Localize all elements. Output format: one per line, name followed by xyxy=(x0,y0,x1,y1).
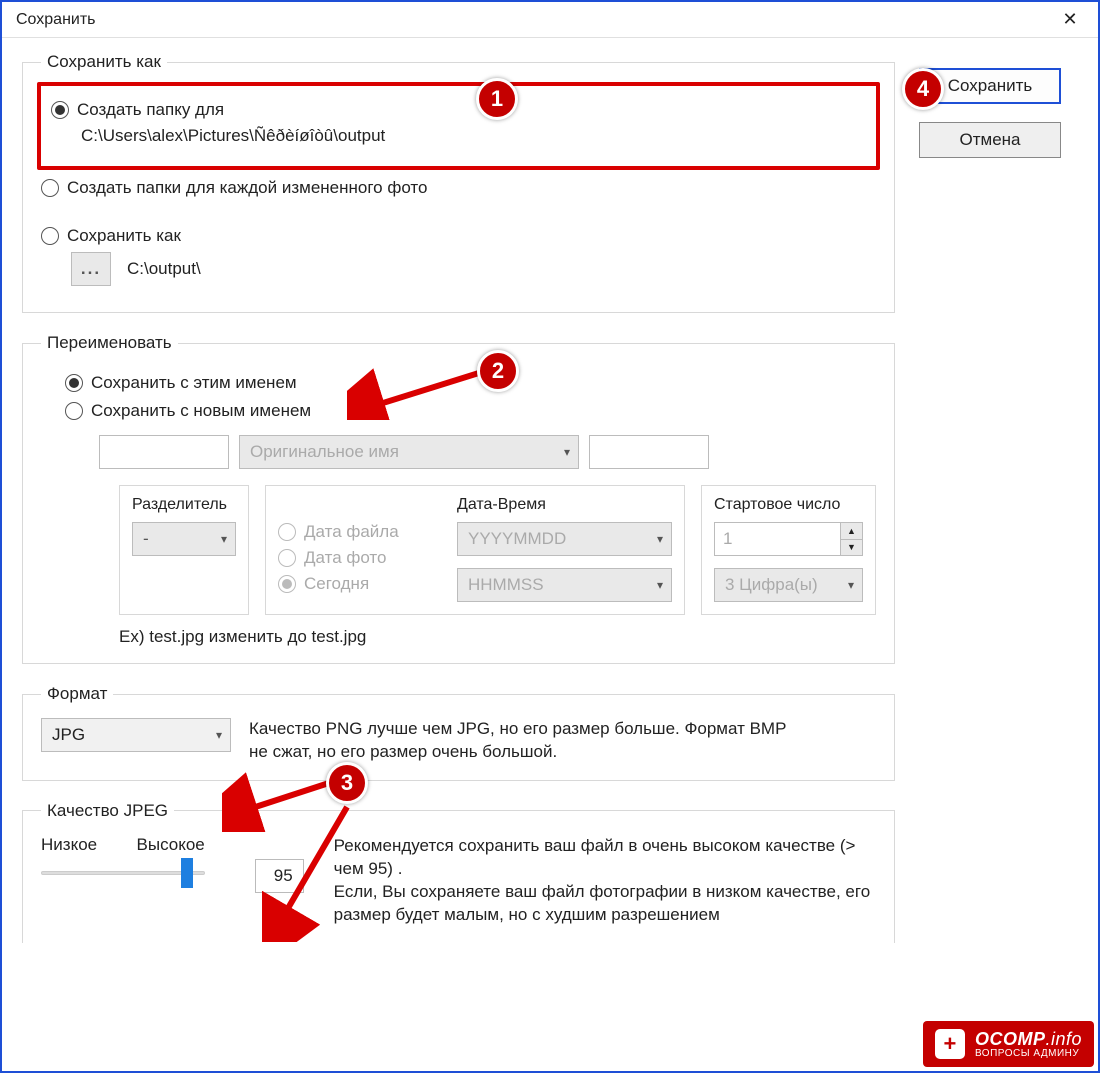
select-value: HHMMSS xyxy=(468,575,544,595)
group-start-number: Стартовое число 1 ▲ ▼ 3 Цифра(ы) ▾ xyxy=(701,485,876,615)
legend-rename: Переименовать xyxy=(41,333,178,353)
radio-label: Сегодня xyxy=(304,574,369,594)
radio-create-folder[interactable]: Создать папку для xyxy=(51,100,866,120)
chevron-down-icon: ▾ xyxy=(848,578,854,592)
watermark-brand: OCOMP xyxy=(975,1029,1046,1049)
annotation-badge-3: 3 xyxy=(326,762,368,804)
legend-jpeg-quality: Качество JPEG xyxy=(41,801,174,821)
separator-title: Разделитель xyxy=(132,496,236,514)
legend-save-as: Сохранить как xyxy=(41,52,167,72)
quality-slider[interactable] xyxy=(41,871,205,875)
select-value: YYYYMMDD xyxy=(468,529,566,549)
radio-icon xyxy=(51,101,69,119)
plus-icon: + xyxy=(935,1029,965,1059)
annotation-badge-4: 4 xyxy=(902,68,944,110)
annotation-badge-2: 2 xyxy=(477,350,519,392)
separator-select[interactable]: - ▾ xyxy=(132,522,236,556)
select-value: JPG xyxy=(52,725,85,745)
select-value: Оригинальное имя xyxy=(250,442,399,462)
chevron-down-icon: ▾ xyxy=(564,445,570,459)
radio-label: Дата фото xyxy=(304,548,387,568)
radio-label: Создать папку для xyxy=(77,100,224,120)
radio-keep-name[interactable]: Сохранить с этим именем xyxy=(65,373,876,393)
radio-icon xyxy=(278,549,296,567)
slider-thumb-icon[interactable] xyxy=(181,858,193,888)
quality-low-label: Низкое xyxy=(41,835,97,855)
save-as-path: C:\output\ xyxy=(127,259,201,279)
titlebar: Сохранить ✕ xyxy=(2,2,1098,38)
radio-date-photo[interactable]: Дата фото xyxy=(278,548,443,568)
radio-new-name[interactable]: Сохранить с новым именем xyxy=(65,401,876,421)
browse-button[interactable]: ... xyxy=(71,252,111,286)
spinner-up-icon[interactable]: ▲ xyxy=(841,523,862,539)
prefix-input[interactable] xyxy=(99,435,229,469)
radio-label: Сохранить как xyxy=(67,226,181,246)
highlight-box-1: Создать папку для C:\Users\alex\Pictures… xyxy=(37,82,880,170)
chevron-down-icon: ▾ xyxy=(657,532,663,546)
quality-value-input[interactable]: 95 xyxy=(255,859,304,893)
spinner-down-icon[interactable]: ▼ xyxy=(841,539,862,556)
radio-icon xyxy=(41,227,59,245)
save-dialog: Сохранить ✕ Сохранить как Создать папку … xyxy=(0,0,1100,1073)
annotation-badge-1: 1 xyxy=(476,78,518,120)
group-datetime: . Дата файла Дата фото xyxy=(265,485,685,615)
radio-label: Создать папки для каждой измененного фот… xyxy=(67,178,427,198)
time-format-select[interactable]: HHMMSS ▾ xyxy=(457,568,672,602)
radio-label: Сохранить с новым именем xyxy=(91,401,311,421)
radio-icon xyxy=(278,575,296,593)
name-pattern-select[interactable]: Оригинальное имя ▾ xyxy=(239,435,579,469)
cancel-button[interactable]: Отмена xyxy=(919,122,1061,158)
group-rename: Переименовать Сохранить с этим именем Со… xyxy=(22,333,895,664)
rename-example: Ex) test.jpg изменить до test.jpg xyxy=(119,627,876,647)
watermark-suffix: .info xyxy=(1045,1029,1082,1049)
start-number-title: Стартовое число xyxy=(714,496,863,514)
legend-format: Формат xyxy=(41,684,113,704)
radio-label: Сохранить с этим именем xyxy=(91,373,297,393)
group-jpeg-quality: Качество JPEG Низкое Высокое 95 Рекоменд… xyxy=(22,801,895,943)
close-icon[interactable]: ✕ xyxy=(1050,2,1090,37)
suffix-input[interactable] xyxy=(589,435,709,469)
group-save-as: Сохранить как Создать папку для C:\Users… xyxy=(22,52,895,313)
radio-save-as[interactable]: Сохранить как xyxy=(41,226,876,246)
format-select[interactable]: JPG ▾ xyxy=(41,718,231,752)
datetime-title: Дата-Время xyxy=(457,496,672,514)
radio-create-each[interactable]: Создать папки для каждой измененного фот… xyxy=(41,178,876,198)
radio-icon xyxy=(65,374,83,392)
group-separator: Разделитель - ▾ xyxy=(119,485,249,615)
chevron-down-icon: ▾ xyxy=(221,532,227,546)
date-format-select[interactable]: YYYYMMDD ▾ xyxy=(457,522,672,556)
watermark: + OCOMP.info ВОПРОСЫ АДМИНУ xyxy=(923,1021,1094,1067)
radio-today[interactable]: Сегодня xyxy=(278,574,443,594)
radio-icon xyxy=(41,179,59,197)
window-title: Сохранить xyxy=(16,11,96,29)
start-number-input[interactable]: 1 xyxy=(714,522,841,556)
quality-high-label: Высокое xyxy=(137,835,205,855)
radio-icon xyxy=(65,402,83,420)
radio-label: Дата файла xyxy=(304,522,399,542)
chevron-down-icon: ▾ xyxy=(216,728,222,742)
radio-icon xyxy=(278,523,296,541)
quality-note: Рекомендуется сохранить ваш файл в очень… xyxy=(334,835,876,927)
watermark-tagline: ВОПРОСЫ АДМИНУ xyxy=(975,1048,1082,1059)
select-value: 3 Цифра(ы) xyxy=(725,575,818,595)
chevron-down-icon: ▾ xyxy=(657,578,663,592)
group-format: Формат JPG ▾ Качество PNG лучше чем JPG,… xyxy=(22,684,895,781)
digits-select[interactable]: 3 Цифра(ы) ▾ xyxy=(714,568,863,602)
select-value: - xyxy=(143,529,149,549)
radio-date-file[interactable]: Дата файла xyxy=(278,522,443,542)
format-note: Качество PNG лучше чем JPG, но его разме… xyxy=(249,718,809,764)
create-folder-path: C:\Users\alex\Pictures\Ñêðèíøîòû\output xyxy=(81,126,866,146)
